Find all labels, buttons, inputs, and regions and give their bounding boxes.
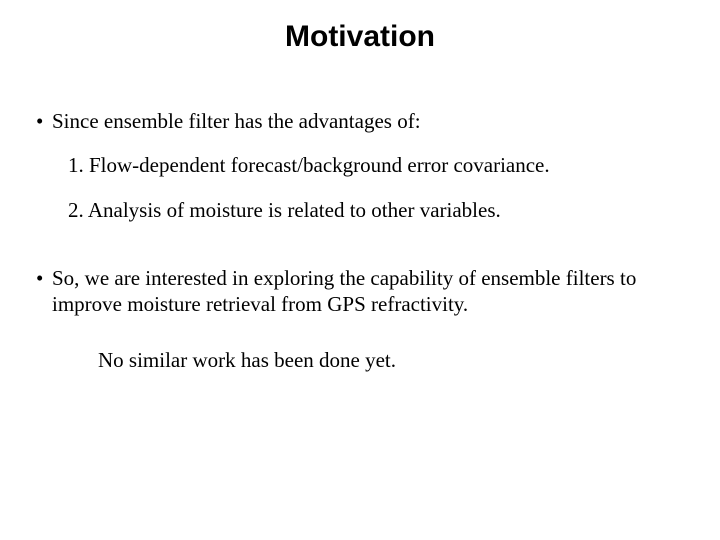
slide: Motivation Since ensemble filter has the… [0, 0, 720, 540]
sub-item-1: 1. Flow-dependent forecast/background er… [68, 152, 684, 178]
slide-title: Motivation [0, 20, 720, 54]
closing-note: No similar work has been done yet. [98, 347, 684, 373]
bullet-advantages: Since ensemble filter has the advantages… [36, 108, 684, 134]
spacer [36, 241, 684, 265]
sub-item-2: 2. Analysis of moisture is related to ot… [68, 197, 684, 223]
slide-body: Since ensemble filter has the advantages… [36, 108, 684, 374]
bullet-interest: So, we are interested in exploring the c… [36, 265, 684, 318]
